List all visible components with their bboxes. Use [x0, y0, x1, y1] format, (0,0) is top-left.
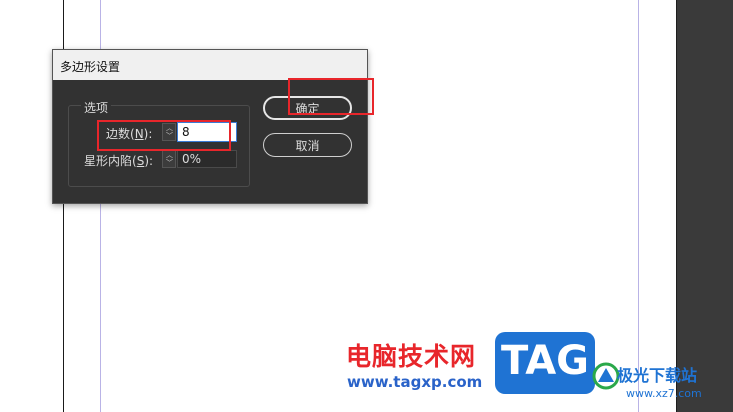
dialog-title: 多边形设置 — [60, 60, 121, 74]
highlight-box-sides — [97, 120, 231, 151]
highlight-box-ok — [288, 78, 374, 115]
watermark-tag-logo-text: TAG — [501, 338, 589, 384]
watermark-tag-logo: TAG — [495, 332, 595, 394]
star-inset-label-prefix: 星形内陷( — [84, 154, 137, 168]
watermark-url: www.tagxp.com — [347, 373, 483, 391]
document-canvas[interactable]: 多边形设置 选项 边数(N): ︿ ﹀ 星形内陷(S): ︿ ﹀ 确定 取消 电… — [0, 0, 733, 412]
margin-guide-right — [638, 0, 639, 412]
watermark-brand: 电脑技术网 — [346, 342, 477, 371]
cancel-button[interactable]: 取消 — [263, 133, 352, 157]
star-inset-label-suffix: ): — [144, 154, 154, 168]
dialog-titlebar[interactable]: 多边形设置 — [53, 50, 367, 80]
watermark-site-url: www.xz7.com — [626, 387, 702, 400]
chevron-up-icon[interactable]: ︿ — [166, 152, 173, 159]
star-inset-label: 星形内陷(S): — [84, 152, 153, 169]
pasteboard-panel — [676, 0, 733, 412]
star-inset-stepper[interactable]: ︿ ﹀ — [162, 150, 176, 168]
star-inset-input[interactable] — [177, 150, 237, 168]
watermark-site-name: 极光下载站 — [617, 366, 698, 385]
options-group-label: 选项 — [81, 99, 112, 116]
chevron-down-icon[interactable]: ﹀ — [166, 160, 173, 167]
